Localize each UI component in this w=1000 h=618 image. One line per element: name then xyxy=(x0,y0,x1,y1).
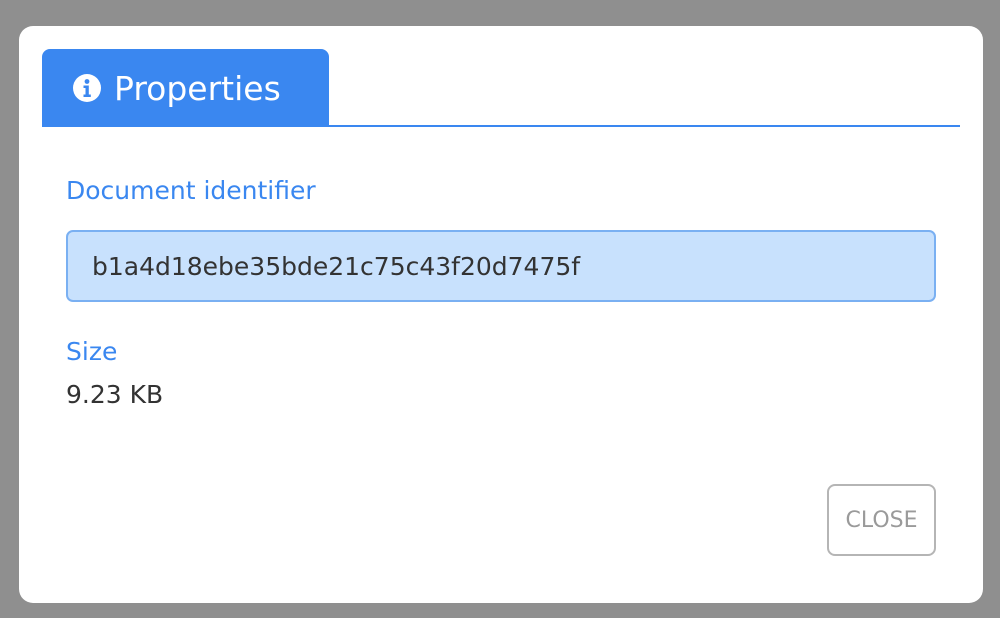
size-value: 9.23 KB xyxy=(66,380,164,409)
size-label: Size xyxy=(66,337,118,366)
properties-dialog: Properties Document identifier Size 9.23… xyxy=(19,26,983,603)
close-button[interactable]: CLOSE xyxy=(827,484,936,556)
identifier-label: Document identifier xyxy=(66,176,316,205)
tab-label: Properties xyxy=(114,68,281,108)
info-circle-icon xyxy=(72,73,102,103)
identifier-field[interactable] xyxy=(66,230,936,302)
tab-properties[interactable]: Properties xyxy=(42,49,329,127)
tab-bar: Properties xyxy=(42,49,960,127)
